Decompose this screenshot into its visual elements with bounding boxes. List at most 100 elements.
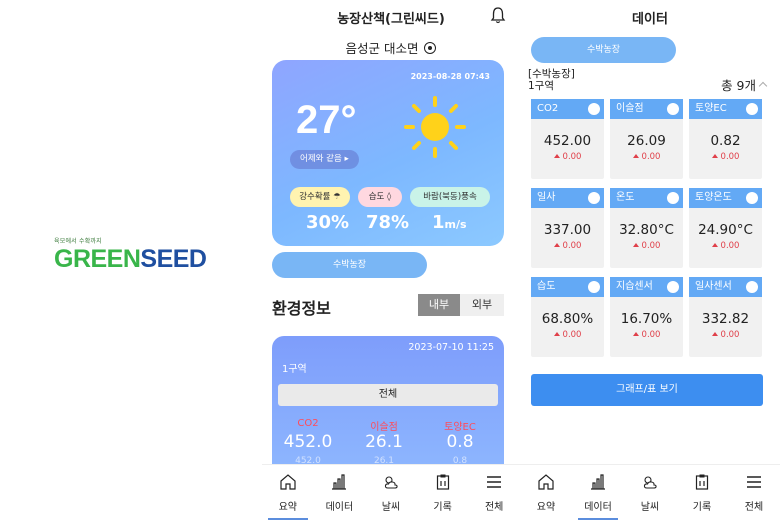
toggle-switch[interactable] <box>746 103 758 115</box>
triangle-up-icon <box>632 243 639 247</box>
toggle-switch[interactable] <box>588 192 600 204</box>
summary-screen: 농장산책(그린씨드) 음성군 대소면 2023-08-28 07:43 27° … <box>262 0 520 520</box>
bell-icon[interactable] <box>490 6 506 24</box>
nav-summary[interactable]: 요약 <box>262 465 314 520</box>
bottom-nav: 요약 데이터 날씨 기록 전체 <box>262 464 520 520</box>
sensor-value: 16.70% <box>620 311 673 327</box>
weather-icon <box>384 476 398 489</box>
sensor-tile[interactable]: 습도 68.80% 0.00 <box>531 277 604 357</box>
toggle-switch[interactable] <box>588 103 600 115</box>
toggle-switch[interactable] <box>746 192 758 204</box>
bottom-nav: 요약 데이터 날씨 기록 전체 <box>520 464 780 520</box>
sensor-count-text: 총 9개 <box>721 78 756 93</box>
wind-chip: 바람(북동)풍속 <box>410 187 490 207</box>
page-title: 데이터 <box>632 12 668 27</box>
triangle-up-icon <box>711 332 718 336</box>
sensor-delta-value: 0.00 <box>641 152 661 162</box>
zone-label-soil-ec: 토양EC <box>444 422 476 433</box>
tab-outside[interactable]: 외부 <box>460 294 504 316</box>
sensor-tile[interactable]: 지습센서 16.70% 0.00 <box>610 277 683 357</box>
nav-label: 데이터 <box>325 502 354 513</box>
wind-value: 1m/s <box>432 212 467 233</box>
location[interactable]: 음성군 대소면 <box>262 38 520 57</box>
nav-data[interactable]: 데이터 <box>572 465 624 520</box>
logo-tagline: 육모에서 수확까지 <box>54 238 102 245</box>
sensor-tile[interactable]: 이슬점 26.09 0.00 <box>610 99 683 179</box>
compare-yesterday-pill[interactable]: 어제와 같음 ▸ <box>290 150 359 169</box>
zone-label-co2: CO2 <box>297 418 319 429</box>
farm-select-button[interactable]: 수박농장 <box>531 37 676 63</box>
graph-table-button[interactable]: 그래프/표 보기 <box>531 374 763 406</box>
humidity-chip: 습도 ◊ <box>358 187 402 207</box>
sensor-count[interactable]: 총 9개 <box>721 75 768 94</box>
home-icon <box>280 474 296 490</box>
nav-label: 기록 <box>433 502 452 513</box>
rain-chance-chip: 강수확률 ☂ <box>290 187 350 207</box>
inside-outside-toggle: 내부 외부 <box>418 294 504 316</box>
sensor-delta: 0.00 <box>689 330 762 340</box>
nav-label: 날씨 <box>640 502 660 513</box>
nav-weather[interactable]: 날씨 <box>624 465 676 520</box>
nav-records[interactable]: 기록 <box>676 465 728 520</box>
sensor-delta: 0.00 <box>610 152 683 162</box>
sensor-value: 24.90°C <box>698 222 753 238</box>
sensor-value: 337.00 <box>543 222 592 238</box>
nav-summary[interactable]: 요약 <box>520 465 572 520</box>
nav-label: 전체 <box>484 502 504 513</box>
sensor-tile[interactable]: 일사센서 332.82 0.00 <box>689 277 762 357</box>
bar-chart-icon <box>591 474 605 490</box>
greenseed-logo: 육모에서 수확까지 GREENSEED <box>54 236 207 272</box>
sensor-delta-value: 0.00 <box>562 330 582 340</box>
home-icon <box>538 474 554 490</box>
toggle-switch[interactable] <box>588 281 600 293</box>
wind-speed: 1 <box>432 212 445 233</box>
location-text: 음성군 대소면 <box>345 41 419 56</box>
sensor-delta-value: 0.00 <box>720 241 740 251</box>
sensor-label: 온도 <box>616 192 635 203</box>
nav-label: 날씨 <box>381 502 401 513</box>
zone-label-dewpoint: 이슬점 <box>370 422 398 433</box>
nav-all[interactable]: 전체 <box>728 465 780 520</box>
env-info-title: 환경정보 <box>272 299 331 318</box>
sensor-tile[interactable]: 일사 337.00 0.00 <box>531 188 604 268</box>
nav-label: 데이터 <box>584 502 612 513</box>
zone-datetime: 2023-07-10 11:25 <box>408 342 494 353</box>
nav-label: 요약 <box>536 502 556 513</box>
clipboard-icon <box>436 474 449 490</box>
sensor-label: 일사 <box>537 192 556 203</box>
sensor-delta: 0.00 <box>531 152 604 162</box>
logo-word-green: GREEN <box>54 245 141 273</box>
sensor-label: 토양온도 <box>695 192 732 203</box>
logo-wordmark: GREENSEED <box>54 247 207 272</box>
nav-weather[interactable]: 날씨 <box>365 465 417 520</box>
toggle-switch[interactable] <box>667 281 679 293</box>
page-title: 농장산책(그린씨드) <box>337 12 445 27</box>
sensor-delta-value: 0.00 <box>562 241 582 251</box>
nav-all[interactable]: 전체 <box>468 465 520 520</box>
sensor-label: 일사센서 <box>695 281 732 292</box>
zone-all-button[interactable]: 전체 <box>278 384 498 406</box>
sensor-tile[interactable]: CO2 452.00 0.00 <box>531 99 604 179</box>
menu-icon <box>747 476 761 488</box>
breadcrumb-zone: 1구역 <box>528 80 555 92</box>
nav-records[interactable]: 기록 <box>417 465 469 520</box>
sensor-tile[interactable]: 온도 32.80°C 0.00 <box>610 188 683 268</box>
sensor-value: 332.82 <box>701 311 750 327</box>
clipboard-icon <box>695 474 709 490</box>
sensor-tile[interactable]: 토양온도 24.90°C 0.00 <box>689 188 762 268</box>
sensor-label: 지습센서 <box>616 281 653 292</box>
tab-inside[interactable]: 내부 <box>418 294 460 316</box>
zone-name: 1구역 <box>282 364 307 375</box>
sensor-delta-value: 0.00 <box>641 330 661 340</box>
location-target-icon <box>424 42 437 54</box>
sensor-value: 68.80% <box>541 311 594 327</box>
zone-value-dewpoint: 26.1 <box>365 432 403 452</box>
sensor-delta: 0.00 <box>610 241 683 251</box>
toggle-switch[interactable] <box>667 103 679 115</box>
toggle-switch[interactable] <box>746 281 758 293</box>
toggle-switch[interactable] <box>667 192 679 204</box>
farm-select-button[interactable]: 수박농장 <box>272 252 427 278</box>
sensor-label: 습도 <box>537 281 556 292</box>
sensor-tile[interactable]: 토양EC 0.82 0.00 <box>689 99 762 179</box>
nav-data[interactable]: 데이터 <box>314 465 366 520</box>
